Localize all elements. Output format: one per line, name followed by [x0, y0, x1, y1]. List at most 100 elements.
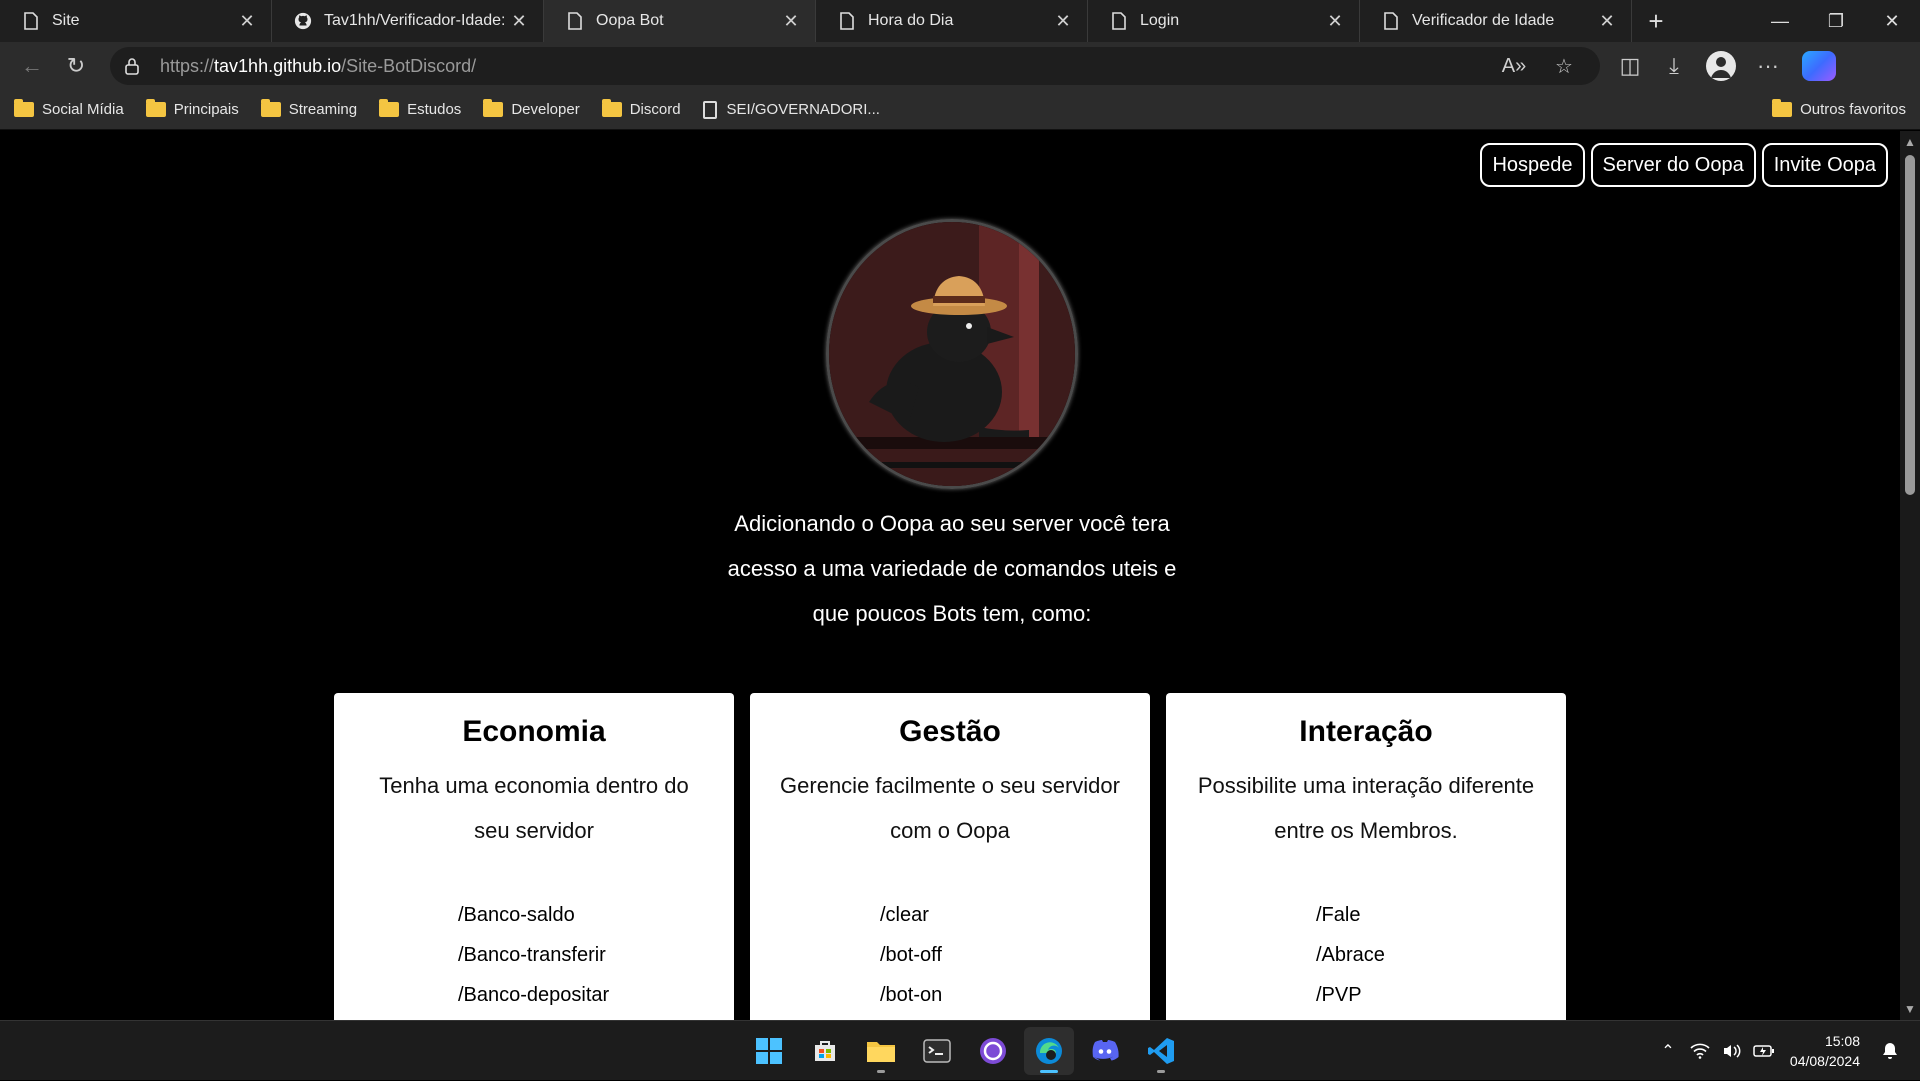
card-gestao: Gestão Gerencie facilmente o seu servido…	[750, 693, 1150, 1020]
scroll-down-arrow-icon[interactable]: ▼	[1900, 1000, 1920, 1018]
card-desc-line: com o Oopa	[890, 818, 1010, 843]
store-icon[interactable]	[800, 1027, 850, 1075]
back-button[interactable]: ←	[10, 46, 54, 86]
new-tab-button[interactable]: +	[1632, 0, 1680, 42]
restore-button[interactable]: ❐	[1808, 0, 1864, 42]
command-list: /clear /bot-off /bot-on	[750, 895, 1150, 1015]
discord-icon[interactable]	[1080, 1027, 1130, 1075]
bookmark-streaming[interactable]: Streaming	[260, 99, 358, 118]
card-desc-line: Tenha uma economia dentro do	[379, 773, 689, 798]
tab-title: Verificador de Idade	[1412, 12, 1555, 29]
command-item: /Banco-depositar	[458, 984, 610, 1006]
edge-icon[interactable]	[1024, 1027, 1074, 1075]
bookmark-label: Social Mídia	[42, 101, 124, 118]
copilot-icon[interactable]	[1802, 51, 1836, 81]
page-icon	[566, 11, 584, 31]
bookmark-label: Discord	[629, 101, 681, 118]
tab-title: Login	[1140, 12, 1180, 29]
hospede-button[interactable]: Hospede	[1480, 143, 1585, 187]
address-bar[interactable]: https://tav1hh.github.io/Site-BotDiscord…	[110, 47, 1600, 85]
folder-icon	[379, 99, 400, 117]
windows-taskbar: ⌃ 15:08 04/08/2024	[0, 1020, 1920, 1080]
github-desktop-icon[interactable]	[968, 1027, 1018, 1075]
browser-toolbar: ← ↻ https://tav1hh.github.io/Site-BotDis…	[0, 42, 1920, 90]
reload-button[interactable]: ↻	[54, 46, 98, 86]
card-description: Tenha uma economia dentro do seu servido…	[354, 763, 714, 853]
invite-oopa-button[interactable]: Invite Oopa	[1761, 143, 1888, 187]
windows-start-icon[interactable]	[744, 1027, 794, 1075]
card-title: Economia	[462, 715, 606, 748]
vscode-icon[interactable]	[1136, 1027, 1186, 1075]
close-icon[interactable]: ✕	[509, 11, 529, 31]
url-scheme: https://	[160, 55, 215, 76]
bookmark-label: Streaming	[288, 101, 358, 118]
card-desc-line: seu servidor	[474, 818, 594, 843]
close-window-button[interactable]: ✕	[1864, 0, 1920, 42]
intro-line: acesso a uma variedade de comandos uteis…	[727, 556, 1177, 581]
bookmark-estudos[interactable]: Estudos	[379, 99, 462, 118]
oopa-bot-avatar	[826, 219, 1078, 489]
running-indicator	[877, 1070, 885, 1073]
command-list: /Banco-saldo /Banco-transferir /Banco-de…	[334, 895, 734, 1015]
bookmark-developer[interactable]: Developer	[483, 99, 580, 118]
scroll-up-arrow-icon[interactable]: ▲	[1900, 133, 1920, 151]
wifi-icon[interactable]	[1684, 1035, 1716, 1067]
server-do-oopa-button[interactable]: Server do Oopa	[1590, 143, 1756, 187]
bookmark-social-midia[interactable]: Social Mídia	[14, 99, 124, 118]
command-item: /Banco-transferir	[458, 944, 606, 966]
tab-verificador-de-idade[interactable]: Verificador de Idade ✕	[1360, 0, 1632, 42]
bookmark-label: Developer	[511, 101, 580, 118]
profile-avatar-icon[interactable]	[1706, 51, 1736, 81]
tab-bar: Site ✕ Tav1hh/Verificador-Idade: Site ✕ …	[0, 0, 1920, 42]
tab-oopa-bot[interactable]: Oopa Bot ✕	[544, 0, 816, 42]
close-icon[interactable]: ✕	[1053, 11, 1073, 31]
file-explorer-icon[interactable]	[856, 1027, 906, 1075]
read-aloud-icon[interactable]: A»	[1492, 49, 1536, 83]
close-icon[interactable]: ✕	[781, 11, 801, 31]
terminal-icon[interactable]	[912, 1027, 962, 1075]
tab-title: Tav1hh/Verificador-Idade: Site	[324, 12, 509, 29]
close-icon[interactable]: ✕	[1597, 11, 1617, 31]
command-item: /bot-off	[880, 944, 942, 966]
favorite-star-icon[interactable]: ☆	[1542, 49, 1586, 83]
close-icon[interactable]: ✕	[1325, 11, 1345, 31]
close-icon[interactable]: ✕	[237, 11, 257, 31]
tab-hora-do-dia[interactable]: Hora do Dia ✕	[816, 0, 1088, 42]
chevron-up-icon[interactable]: ⌃	[1652, 1035, 1684, 1067]
crow-with-hat-image	[829, 222, 1075, 486]
tab-site[interactable]: Site ✕	[0, 0, 272, 42]
command-item: /Fale	[1316, 904, 1361, 926]
running-indicator	[1040, 1070, 1058, 1073]
taskbar-apps	[744, 1027, 1186, 1075]
split-screen-icon[interactable]: ◫	[1608, 46, 1652, 86]
taskbar-clock[interactable]: 15:08 04/08/2024	[1790, 1031, 1860, 1071]
system-tray: ⌃ 15:08 04/08/2024	[1652, 1021, 1906, 1081]
bookmark-principais[interactable]: Principais	[145, 99, 239, 118]
tab-login[interactable]: Login ✕	[1088, 0, 1360, 42]
minimize-button[interactable]: —	[1752, 0, 1808, 42]
bookmark-discord[interactable]: Discord	[601, 99, 681, 118]
page-icon	[702, 100, 717, 119]
bookmark-sei-governadoria[interactable]: SEI/GOVERNADORI...	[702, 100, 880, 119]
folder-icon	[1772, 99, 1793, 117]
command-list: /Fale /Abrace /PVP	[1166, 895, 1566, 1015]
command-item: /clear	[880, 904, 929, 926]
reload-icon: ↻	[66, 53, 86, 78]
restore-icon: ❐	[1827, 10, 1845, 31]
tab-verificador-github[interactable]: Tav1hh/Verificador-Idade: Site ✕	[272, 0, 544, 42]
scrollbar-thumb[interactable]	[1905, 155, 1915, 495]
folder-icon	[260, 99, 281, 117]
intro-text: Adicionando o Oopa ao seu server você te…	[700, 501, 1204, 636]
github-icon	[294, 11, 312, 31]
more-options-icon[interactable]: ···	[1746, 46, 1790, 86]
download-icon[interactable]: ⤓	[1652, 46, 1696, 86]
bookmark-outros-favoritos[interactable]: Outros favoritos	[1772, 99, 1906, 118]
battery-icon[interactable]	[1748, 1035, 1780, 1067]
bookmark-label: Estudos	[407, 101, 462, 118]
volume-icon[interactable]	[1716, 1035, 1748, 1067]
command-item: /Banco-saldo	[458, 904, 575, 926]
page-scrollbar[interactable]: ▲ ▼	[1900, 131, 1920, 1020]
close-icon: ✕	[1884, 10, 1900, 31]
plus-icon: +	[1648, 5, 1664, 36]
notification-bell-icon[interactable]	[1874, 1035, 1906, 1067]
